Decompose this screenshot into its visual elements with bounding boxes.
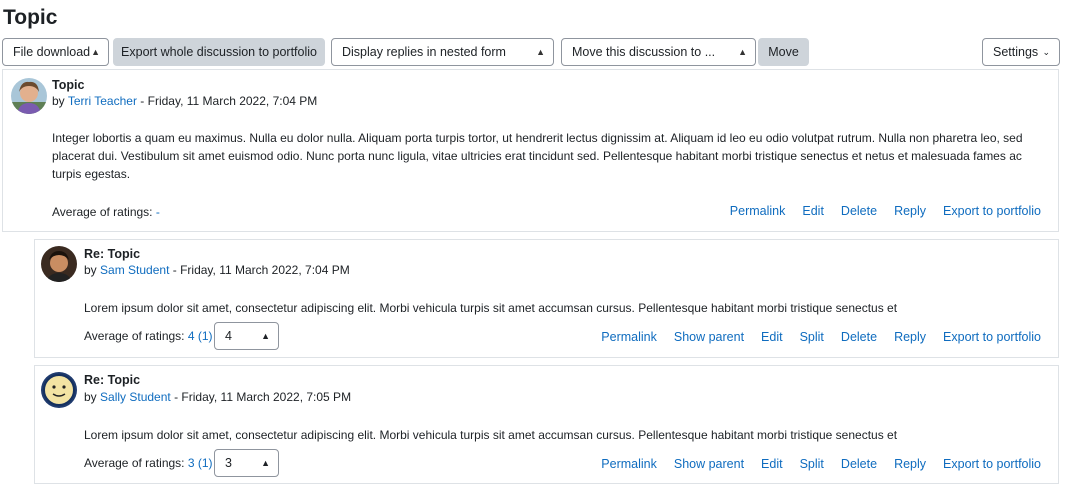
ratings-label: Average of ratings: (84, 329, 185, 343)
post-date: - Friday, 11 March 2022, 7:04 PM (172, 263, 350, 277)
avatar[interactable] (11, 78, 47, 114)
author-link[interactable]: Sam Student (100, 263, 169, 277)
ratings-summary: Average of ratings: 4 (1) (84, 329, 213, 344)
forum-post-reply: Re: Topic by Sally Student - Friday, 11 … (34, 365, 1059, 484)
post-content: Lorem ipsum dolor sit amet, consectetur … (84, 301, 898, 315)
permalink-link[interactable]: Permalink (601, 330, 657, 344)
file-download-select[interactable]: File download ▲︎ (2, 38, 109, 66)
delete-link[interactable]: Delete (841, 457, 877, 471)
rating-select-value: 4 (225, 329, 232, 343)
export-discussion-button[interactable]: Export whole discussion to portfolio (113, 38, 325, 66)
settings-dropdown[interactable]: Settings ⌄ (982, 38, 1060, 66)
post-date: - Friday, 11 March 2022, 7:04 PM (140, 94, 318, 108)
ratings-value[interactable]: 4 (1) (188, 329, 213, 343)
reply-link[interactable]: Reply (894, 457, 926, 471)
post-byline: by Sam Student - Friday, 11 March 2022, … (84, 263, 350, 278)
display-mode-select[interactable]: Display replies in nested form ▲︎ (331, 38, 554, 66)
move-discussion-label: Move this discussion to ... (572, 45, 716, 59)
reply-link[interactable]: Reply (894, 204, 926, 218)
sally-student-avatar-image (41, 372, 77, 408)
select-arrows-icon: ▲︎ (738, 47, 747, 57)
discussion-toolbar: File download ▲︎ Export whole discussion… (2, 38, 1060, 66)
terri-teacher-avatar-image (11, 78, 47, 114)
move-discussion-select[interactable]: Move this discussion to ... ▲︎ (561, 38, 756, 66)
page-title: Topic (3, 6, 58, 29)
split-link[interactable]: Split (800, 457, 824, 471)
post-content: Integer lobortis a quam eu maximus. Null… (52, 131, 1023, 181)
show-parent-link[interactable]: Show parent (674, 457, 744, 471)
post-actions: Permalink Show parent Edit Split Delete Reply… (584, 457, 1041, 472)
export-to-portfolio-link[interactable]: Export to portfolio (943, 330, 1041, 344)
select-arrows-icon: ▲︎ (536, 47, 545, 57)
post-byline: by Sally Student - Friday, 11 March 2022… (84, 390, 351, 405)
post-actions: Permalink Show parent Edit Split Delete Reply… (584, 330, 1041, 345)
rating-select[interactable]: 4 ▲︎ (214, 322, 279, 350)
ratings-label: Average of ratings: (84, 456, 185, 470)
select-arrows-icon: ▲︎ (261, 331, 270, 341)
select-arrows-icon: ▲︎ (91, 47, 100, 57)
split-link[interactable]: Split (800, 330, 824, 344)
select-arrows-icon: ▲︎ (261, 458, 270, 468)
forum-post: Topic by Terri Teacher - Friday, 11 Marc… (2, 69, 1059, 232)
post-date: - Friday, 11 March 2022, 7:05 PM (174, 390, 352, 404)
ratings-summary: Average of ratings: - (52, 205, 160, 220)
post-content: Lorem ipsum dolor sit amet, consectetur … (84, 428, 898, 442)
edit-link[interactable]: Edit (761, 457, 783, 471)
post-subject: Re: Topic (84, 247, 141, 261)
author-link[interactable]: Terri Teacher (68, 94, 137, 108)
post-actions: Permalink Edit Delete Reply Export to portfo… (713, 204, 1041, 219)
file-download-label: File download (13, 45, 91, 59)
by-label: by (84, 390, 97, 404)
rating-select[interactable]: 3 ▲︎ (214, 449, 279, 477)
display-mode-label: Display replies in nested form (342, 45, 506, 59)
avatar[interactable] (41, 372, 77, 408)
ratings-value[interactable]: 3 (1) (188, 456, 213, 470)
avatar[interactable] (41, 246, 77, 282)
permalink-link[interactable]: Permalink (601, 457, 657, 471)
post-subject: Re: Topic (84, 373, 141, 387)
ratings-label: Average of ratings: (52, 205, 153, 219)
edit-link[interactable]: Edit (802, 204, 824, 218)
export-to-portfolio-link[interactable]: Export to portfolio (943, 204, 1041, 218)
show-parent-link[interactable]: Show parent (674, 330, 744, 344)
permalink-link[interactable]: Permalink (730, 204, 786, 218)
delete-link[interactable]: Delete (841, 330, 877, 344)
sam-student-avatar-image (41, 246, 77, 282)
edit-link[interactable]: Edit (761, 330, 783, 344)
export-to-portfolio-link[interactable]: Export to portfolio (943, 457, 1041, 471)
reply-link[interactable]: Reply (894, 330, 926, 344)
rating-select-value: 3 (225, 456, 232, 470)
ratings-value[interactable]: - (156, 205, 160, 219)
post-subject: Topic (52, 78, 85, 92)
forum-post-reply: Re: Topic by Sam Student - Friday, 11 Ma… (34, 239, 1059, 358)
delete-link[interactable]: Delete (841, 204, 877, 218)
by-label: by (52, 94, 65, 108)
post-byline: by Terri Teacher - Friday, 11 March 2022… (52, 94, 317, 109)
author-link[interactable]: Sally Student (100, 390, 171, 404)
move-button[interactable]: Move (758, 38, 809, 66)
by-label: by (84, 263, 97, 277)
ratings-summary: Average of ratings: 3 (1) (84, 456, 213, 471)
settings-label: Settings (993, 45, 1039, 59)
chevron-down-icon: ⌄ (1042, 47, 1050, 57)
